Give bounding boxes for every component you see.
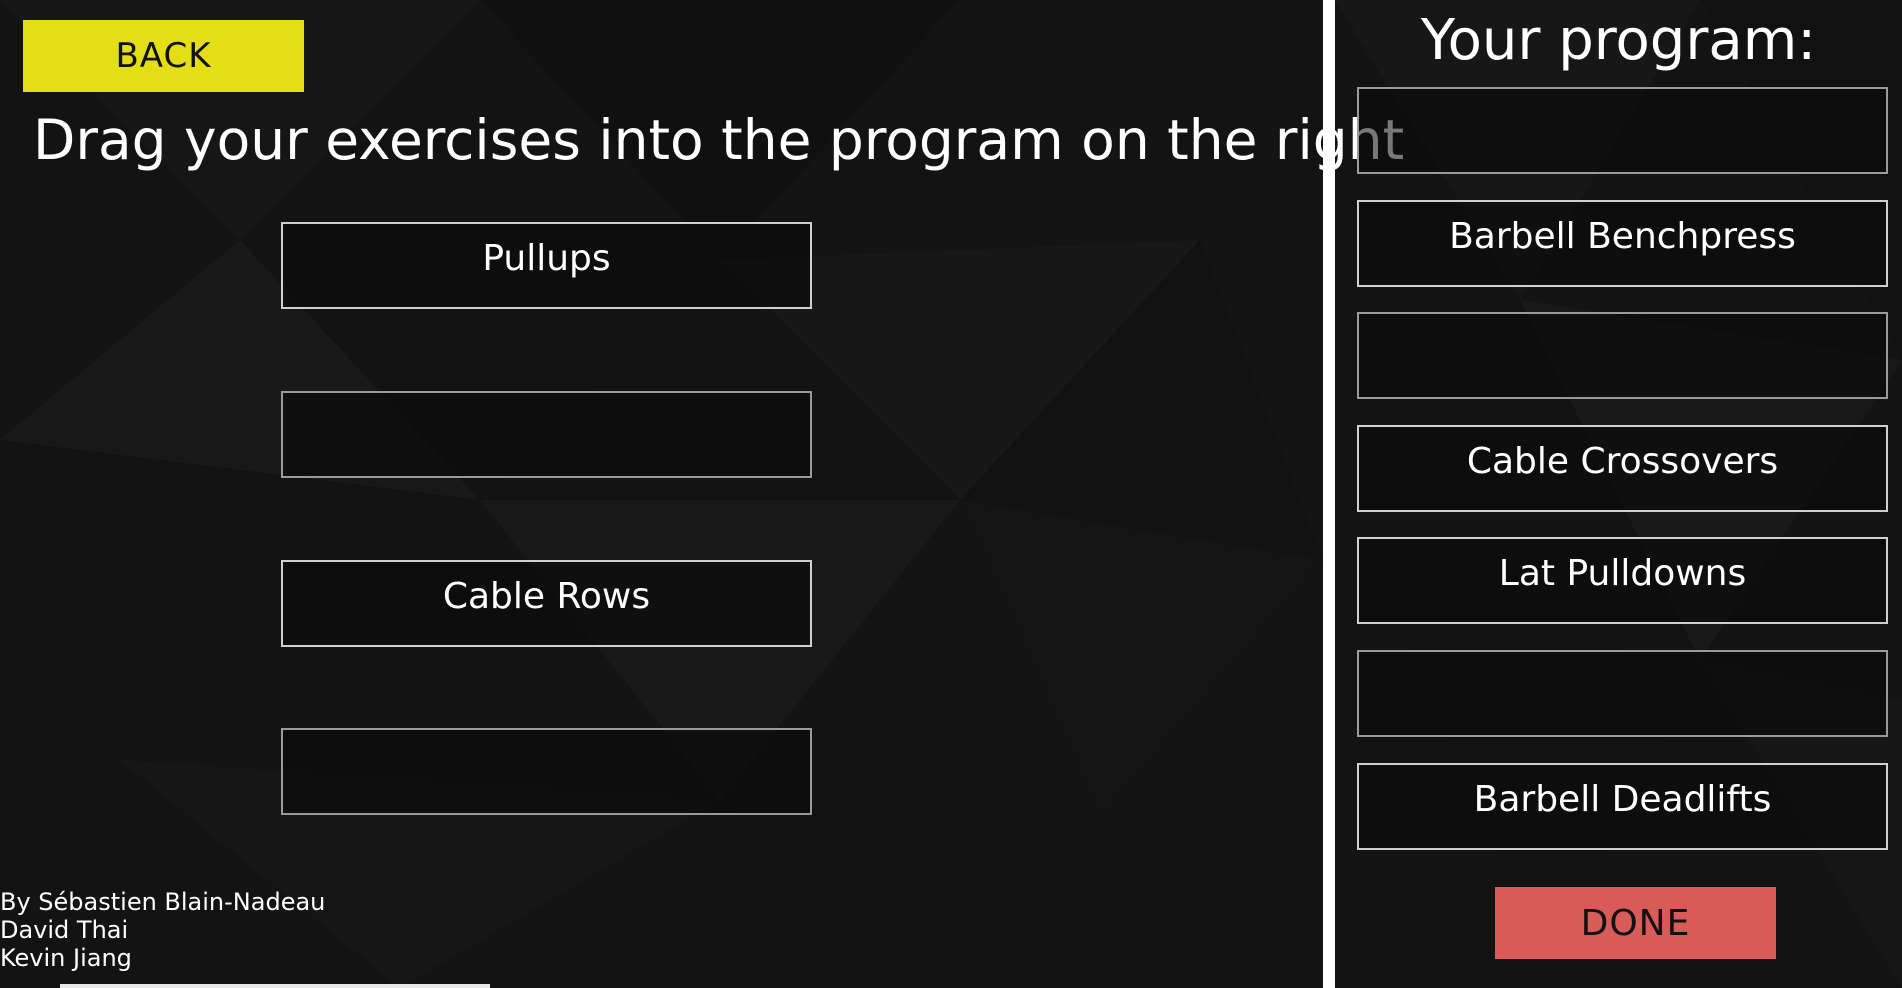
program-slot-4[interactable]: Cable Crossovers xyxy=(1357,425,1888,512)
credit-line: Kevin Jiang xyxy=(0,944,132,972)
program-slot-3[interactable] xyxy=(1357,312,1888,399)
program-title: Your program: xyxy=(1420,8,1817,73)
credit-line: By Sébastien Blain-Nadeau xyxy=(0,888,326,916)
credits: By Sébastien Blain-Nadeau David Thai Kev… xyxy=(0,888,325,972)
exercise-card-cable-rows[interactable]: Cable Rows xyxy=(281,560,812,647)
program-slot-2[interactable]: Barbell Benchpress xyxy=(1357,200,1888,287)
panel-divider xyxy=(1323,0,1335,988)
exercise-slot-empty[interactable] xyxy=(281,728,812,815)
exercise-panel: BACK Drag your exercises into the progra… xyxy=(0,0,1404,988)
instructions-heading: Drag your exercises into the program on … xyxy=(33,108,1405,172)
exercise-card-pullups[interactable]: Pullups xyxy=(281,222,812,309)
exercise-program-builder: BACK Drag your exercises into the progra… xyxy=(0,0,1902,988)
horizontal-scrollbar[interactable] xyxy=(60,984,490,988)
exercise-slot-empty[interactable] xyxy=(281,391,812,478)
program-slot-7[interactable]: Barbell Deadlifts xyxy=(1357,763,1888,850)
program-slot-5[interactable]: Lat Pulldowns xyxy=(1357,537,1888,624)
done-button[interactable]: DONE xyxy=(1495,887,1776,959)
program-slot-6[interactable] xyxy=(1357,650,1888,737)
program-slot-1[interactable] xyxy=(1357,87,1888,174)
back-button[interactable]: BACK xyxy=(23,20,304,92)
credit-line: David Thai xyxy=(0,916,129,944)
